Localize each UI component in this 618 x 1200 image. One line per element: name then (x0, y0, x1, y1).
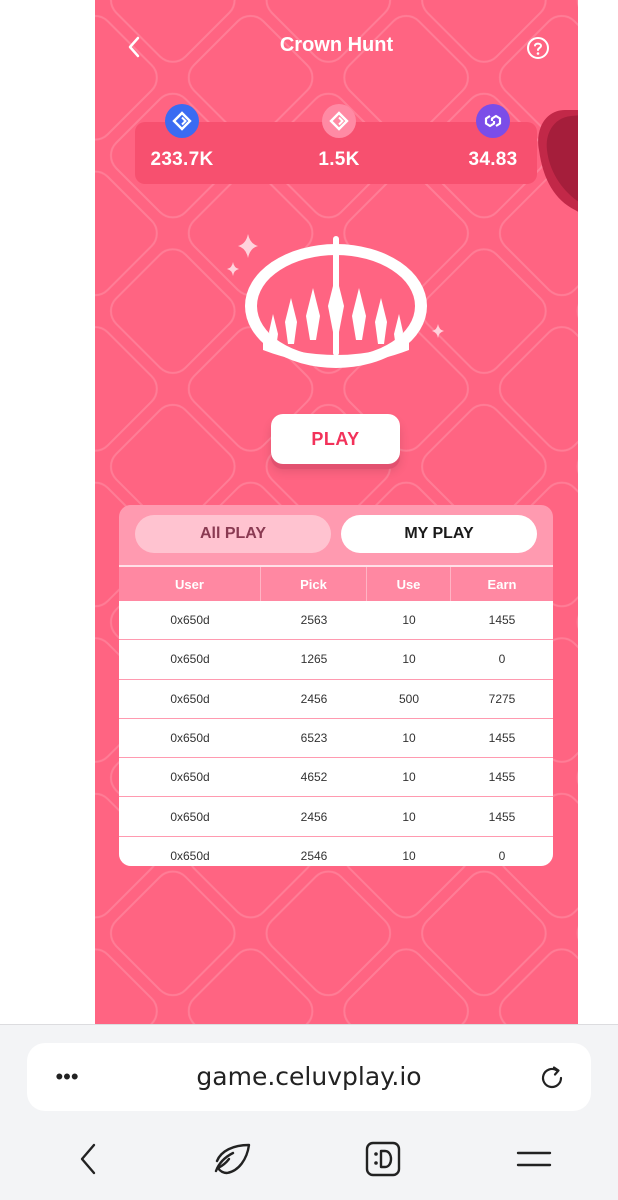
cell-earn: 1455 (488, 731, 516, 746)
url-text[interactable]: game.celuvplay.io (97, 1062, 521, 1091)
cell-user: 0x650d (170, 691, 210, 706)
cell-use: 500 (398, 691, 420, 706)
cell-user: 0x650d (170, 652, 210, 667)
more-options-button[interactable]: ••• (49, 1064, 85, 1089)
cell-earn: 0 (498, 652, 506, 667)
cell-use: 10 (402, 809, 416, 824)
page-title: Crown Hunt (279, 34, 394, 56)
cell-earn: 1455 (488, 770, 516, 785)
cell-pick: 2546 (300, 848, 328, 863)
cell-use: 10 (402, 731, 416, 746)
cell-use: 10 (402, 652, 416, 667)
column-header-pick: Pick (261, 567, 367, 601)
stat-value: 233.7K (150, 149, 214, 170)
polygon-token-icon (476, 104, 510, 138)
tab-my-play[interactable]: MY PLAY (341, 515, 537, 553)
stat-balance-blue: 233.7K (132, 104, 232, 184)
pink-diamond-token-icon (322, 104, 356, 138)
cell-use: 10 (402, 770, 416, 785)
table-row: 0x650d 2456 500 7275 (119, 680, 553, 719)
stat-balance-pink: 1.5K (289, 104, 389, 184)
browser-back-button[interactable] (68, 1139, 108, 1179)
table-row: 0x650d 2456 10 1455 (119, 797, 553, 837)
cell-user: 0x650d (170, 770, 210, 785)
cell-earn: 7275 (488, 691, 516, 706)
cell-use: 10 (402, 848, 416, 863)
cell-user: 0x650d (170, 613, 210, 628)
tabs-icon (365, 1141, 401, 1177)
leaf-logo-icon (214, 1143, 251, 1175)
cell-pick: 1265 (300, 652, 328, 667)
blue-diamond-token-icon (165, 104, 199, 138)
reload-icon (541, 1066, 563, 1089)
cell-user: 0x650d (170, 809, 210, 824)
address-bar[interactable]: ••• game.celuvplay.io (27, 1043, 591, 1111)
table-row: 0x650d 2563 10 1455 (119, 601, 553, 641)
table-header: User Pick Use Earn (119, 565, 553, 601)
stat-value: 34.83 (468, 149, 518, 170)
app-header: Crown Hunt (95, 22, 578, 72)
hamburger-menu-icon (516, 1151, 552, 1167)
browser-menu-button[interactable] (514, 1139, 554, 1179)
crown-hunt-logo (227, 234, 444, 368)
browser-chrome: ••• game.celuvplay.io (0, 1024, 618, 1200)
tab-all-play[interactable]: All PLAY (135, 515, 331, 553)
column-header-earn: Earn (487, 576, 517, 592)
chevron-left-icon (80, 1143, 96, 1175)
reload-button[interactable] (537, 1063, 567, 1093)
help-button[interactable] (525, 35, 551, 61)
cell-pick: 6523 (300, 731, 328, 746)
stat-balance-polygon: 34.83 (443, 104, 543, 184)
cell-pick: 2563 (300, 613, 328, 628)
cell-pick: 4652 (300, 770, 328, 785)
table-body[interactable]: 0x650d 2563 10 1455 0x650d 1265 10 0 0x6… (119, 601, 553, 866)
play-button[interactable]: PLAY (271, 414, 400, 464)
cell-user: 0x650d (170, 848, 210, 863)
column-header-user: User (119, 567, 261, 601)
cell-use: 10 (402, 613, 416, 628)
table-row: 0x650d 4652 10 1455 (119, 758, 553, 798)
table-row: 0x650d 2546 10 0 (119, 837, 553, 866)
history-board: All PLAY MY PLAY User Pick Use Earn 0x65… (119, 505, 553, 866)
question-circle-icon (527, 37, 549, 59)
browser-tabs-button[interactable] (363, 1139, 403, 1179)
cell-pick: 2456 (300, 691, 328, 706)
column-header-use: Use (367, 567, 451, 601)
cell-earn: 0 (498, 848, 506, 863)
table-row: 0x650d 1265 10 0 (119, 640, 553, 680)
table-row: 0x650d 6523 10 1455 (119, 719, 553, 759)
game-screen: Crown Hunt 233.7K 1.5K 34.83 PLAY All PL… (95, 0, 578, 1024)
stat-value: 1.5K (318, 149, 360, 170)
cell-user: 0x650d (170, 731, 210, 746)
browser-home-button[interactable] (213, 1139, 253, 1179)
cell-earn: 1455 (488, 809, 516, 824)
cell-pick: 2456 (300, 809, 328, 824)
cell-earn: 1455 (488, 613, 516, 628)
